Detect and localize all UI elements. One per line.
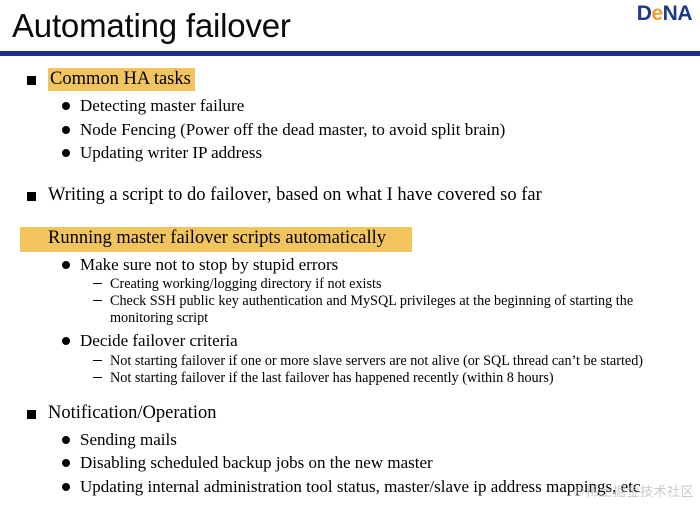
disc-bullet-icon [62, 102, 70, 110]
list-item-label: Updating writer IP address [80, 143, 263, 162]
dash-bullet-icon [93, 376, 102, 378]
section-heading-text: Writing a script to do failover, based o… [48, 184, 542, 205]
disc-bullet-icon [62, 482, 70, 491]
list-item: Detecting master failure [0, 94, 700, 118]
list-item: Make sure not to stop by stupid errors [0, 253, 700, 277]
slide-body-outline: Common HA tasks Detecting master failure… [0, 57, 700, 498]
highlighted-text: Common HA tasks [48, 68, 195, 91]
logo-letter-e: e [651, 2, 663, 25]
disc-bullet-icon [62, 337, 70, 345]
disc-bullet-icon [62, 459, 70, 467]
disc-bullet-icon [62, 125, 70, 134]
title-divider-rule [0, 51, 700, 56]
list-item-label: Sending mails [80, 429, 177, 449]
section-writing-a-script: Writing a script to do failover, based o… [0, 183, 700, 208]
section-heading-text: Common HA tasks [48, 68, 195, 91]
sub-list-item: Not starting failover if one or more sla… [0, 353, 700, 370]
sub-list-item-label: Not starting failover if one or more sla… [110, 352, 644, 369]
disc-bullet-icon [62, 435, 70, 444]
slide-header: Automating failover DeNA [0, 0, 700, 57]
list-item-label: Disabling scheduled backup jobs on the n… [80, 453, 433, 472]
section-heading-notification-operation: Notification/Operation [0, 401, 700, 426]
section-heading-writing-a-script: Writing a script to do failover, based o… [0, 183, 700, 208]
list-item-label: Node Fencing (Power off the dead master,… [80, 119, 506, 139]
section-notification-operation: Notification/Operation Sending mails Dis… [0, 401, 700, 499]
sub-list-item-label: Check SSH public key authentication and … [110, 293, 634, 326]
sub-list-item: Not starting failover if the last failov… [0, 370, 700, 387]
page-title: Automating failover [12, 7, 291, 44]
list-item-label: Detecting master failure [80, 96, 245, 115]
list-item: Sending mails [0, 428, 700, 452]
disc-bullet-icon [62, 260, 70, 269]
sub-list-item-label: Not starting failover if the last failov… [110, 369, 554, 386]
section-heading-text: Notification/Operation [48, 402, 217, 423]
dash-bullet-icon [93, 283, 102, 285]
list-item: Decide failover criteria [0, 329, 700, 353]
list-item: Disabling scheduled backup jobs on the n… [0, 451, 700, 475]
section-heading-common-ha-tasks: Common HA tasks [0, 67, 700, 92]
section-common-ha-tasks: Common HA tasks Detecting master failure… [0, 67, 700, 165]
section-heading-text: Running master failover scripts automati… [48, 227, 387, 248]
list-item: Updating writer IP address [0, 141, 700, 165]
list-item-label: Decide failover criteria [80, 331, 238, 350]
list-item-label: Make sure not to stop by stupid errors [80, 254, 339, 274]
sub-list-item: Creating working/logging directory if no… [0, 276, 700, 293]
disc-bullet-icon [62, 149, 70, 157]
square-bullet-icon [27, 409, 36, 419]
list-item: Updating internal administration tool st… [0, 475, 700, 499]
sub-list-item-label: Creating working/logging directory if no… [110, 276, 382, 292]
sub-list-item: Check SSH public key authentication and … [0, 293, 700, 327]
square-bullet-icon [27, 191, 36, 201]
list-item-label: Updating internal administration tool st… [80, 476, 641, 496]
section-heading-running-master-failover-scripts: Running master failover scripts automati… [0, 226, 700, 252]
list-item: Node Fencing (Power off the dead master,… [0, 118, 700, 142]
dena-logo: DeNA [636, 2, 693, 25]
dash-bullet-icon [93, 359, 102, 361]
dash-bullet-icon [93, 300, 102, 302]
square-bullet-icon [27, 76, 36, 85]
logo-letter-d: D [636, 2, 652, 25]
section-running-master-failover-scripts: Running master failover scripts automati… [0, 226, 700, 387]
logo-letters-na: NA [662, 2, 693, 25]
